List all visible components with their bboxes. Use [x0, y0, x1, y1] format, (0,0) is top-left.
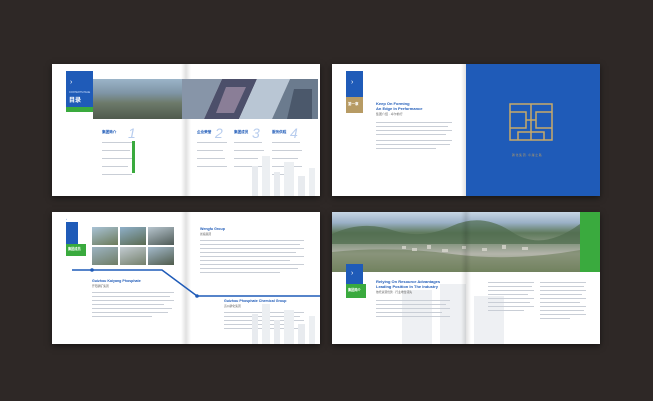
toc-section-title: 集团简介	[102, 130, 117, 134]
toc-section-1-marker	[132, 141, 135, 173]
chapter-badge: 第一章	[346, 97, 363, 113]
toc-section-number: 2	[215, 125, 223, 141]
contents-badge-title: 目录	[69, 98, 82, 104]
emblem-caption: 磷 化 集 团 · 卓 越 之 路	[512, 153, 542, 157]
contents-badge-sub: CONTENTS PAGE	[69, 91, 91, 94]
spread-members: › 集团成员 Guizhou Kaiyang Phosphate 开阳磷矿集团 …	[52, 212, 320, 344]
aerial-hills	[332, 220, 580, 272]
chevron-right-icon: ›	[70, 79, 73, 86]
aerial-title-en-2: Leading Position In The Industry	[376, 284, 439, 289]
toc-section-number: 3	[252, 125, 260, 141]
aerial-badge-top: ›	[346, 264, 363, 284]
toc-section-title: 集团成员	[234, 130, 249, 134]
chapter-cover-page: 磷 化 集 团 · 卓 越 之 路	[466, 64, 600, 196]
toc-section-title: 服务供程	[272, 130, 287, 134]
aerial-subtitle: 依托资源优势 · 行业地位领先	[376, 290, 413, 294]
skyline-watermark	[252, 304, 316, 344]
contents-badge: › CONTENTS PAGE 目录	[66, 71, 93, 107]
chapter-badge-top: ›	[346, 71, 363, 97]
toc-section-number: 1	[128, 125, 136, 141]
emblem-icon	[509, 103, 553, 141]
chapter-subtitle: 集团介绍 · 卓尔前行	[376, 112, 403, 116]
toc-section-title: 企业荣誉	[197, 130, 212, 134]
chapter-label: 第一章	[348, 102, 359, 106]
toc-section-1[interactable]: 集团简介 1	[102, 126, 142, 186]
chevron-right-icon: ›	[351, 79, 354, 86]
skyline-watermark	[252, 156, 316, 196]
toc-section-number: 4	[290, 125, 298, 141]
banner-photo-city	[93, 79, 185, 119]
section-a-subtitle: 开阳磷矿集团	[92, 284, 109, 288]
spread-chapter-intro: › 第一章 Keep On Forming An Edge In Perform…	[332, 64, 600, 196]
badge-accent-bar	[66, 107, 93, 112]
chapter-title-en-2: An Edge In Performance	[376, 106, 423, 111]
section-b-subtitle: 瓮福集团	[200, 232, 212, 236]
spread-aerial: › 集团简介 Relying On Resource Advantages Le…	[332, 212, 600, 344]
toc-section-2[interactable]: 企业荣誉 2	[197, 126, 237, 186]
spread-contents: › CONTENTS PAGE 目录 集团简介 1 企业荣誉 2 集团成员 3	[52, 64, 320, 196]
aerial-badge: 集团简介	[346, 284, 366, 298]
chevron-right-icon: ›	[351, 270, 354, 277]
banner-photo-panels	[182, 79, 318, 119]
banner-accent-bar	[580, 212, 600, 272]
section-c-subtitle: 贵州磷化集团	[224, 304, 241, 308]
aerial-badge-title: 集团简介	[348, 288, 361, 292]
